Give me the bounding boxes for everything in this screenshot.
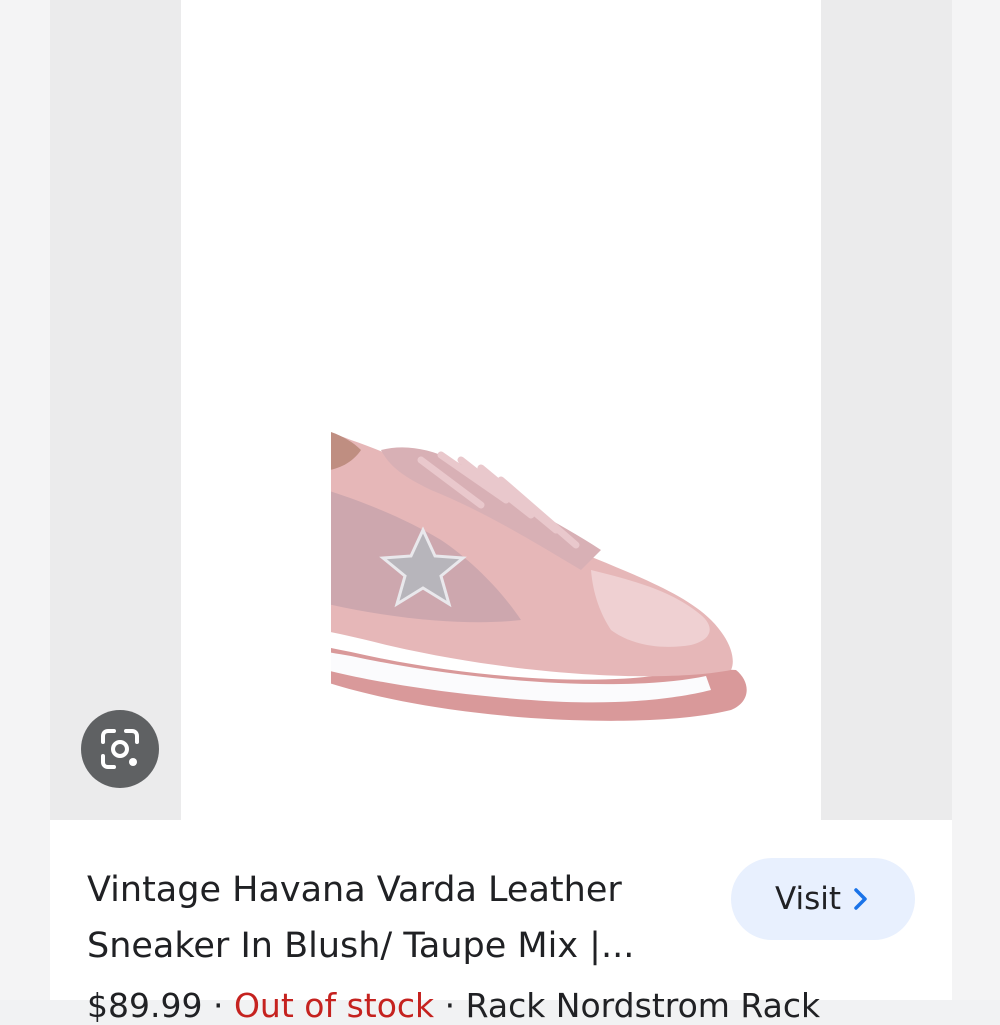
right-margin — [952, 0, 1000, 1000]
chevron-right-icon — [854, 888, 867, 910]
seller-name: Rack Nordstrom Rack — [465, 986, 821, 1025]
left-margin — [0, 0, 50, 1000]
product-image-area[interactable] — [50, 0, 952, 820]
stock-status: Out of stock — [233, 986, 435, 1025]
product-image[interactable] — [181, 0, 821, 820]
sneaker-image — [331, 432, 747, 721]
result-card[interactable]: Vintage Havana Varda Leather Sneaker In … — [50, 0, 952, 1025]
price: $89.99 — [87, 986, 203, 1025]
visit-button[interactable]: Visit — [731, 858, 915, 940]
google-lens-button[interactable] — [81, 710, 159, 788]
product-title[interactable]: Vintage Havana Varda Leather Sneaker In … — [87, 862, 697, 974]
product-meta-row: $89.99 · Out of stock · Rack Nordstrom R… — [87, 986, 821, 1025]
visit-label: Visit — [774, 881, 842, 917]
google-lens-icon — [101, 729, 139, 769]
